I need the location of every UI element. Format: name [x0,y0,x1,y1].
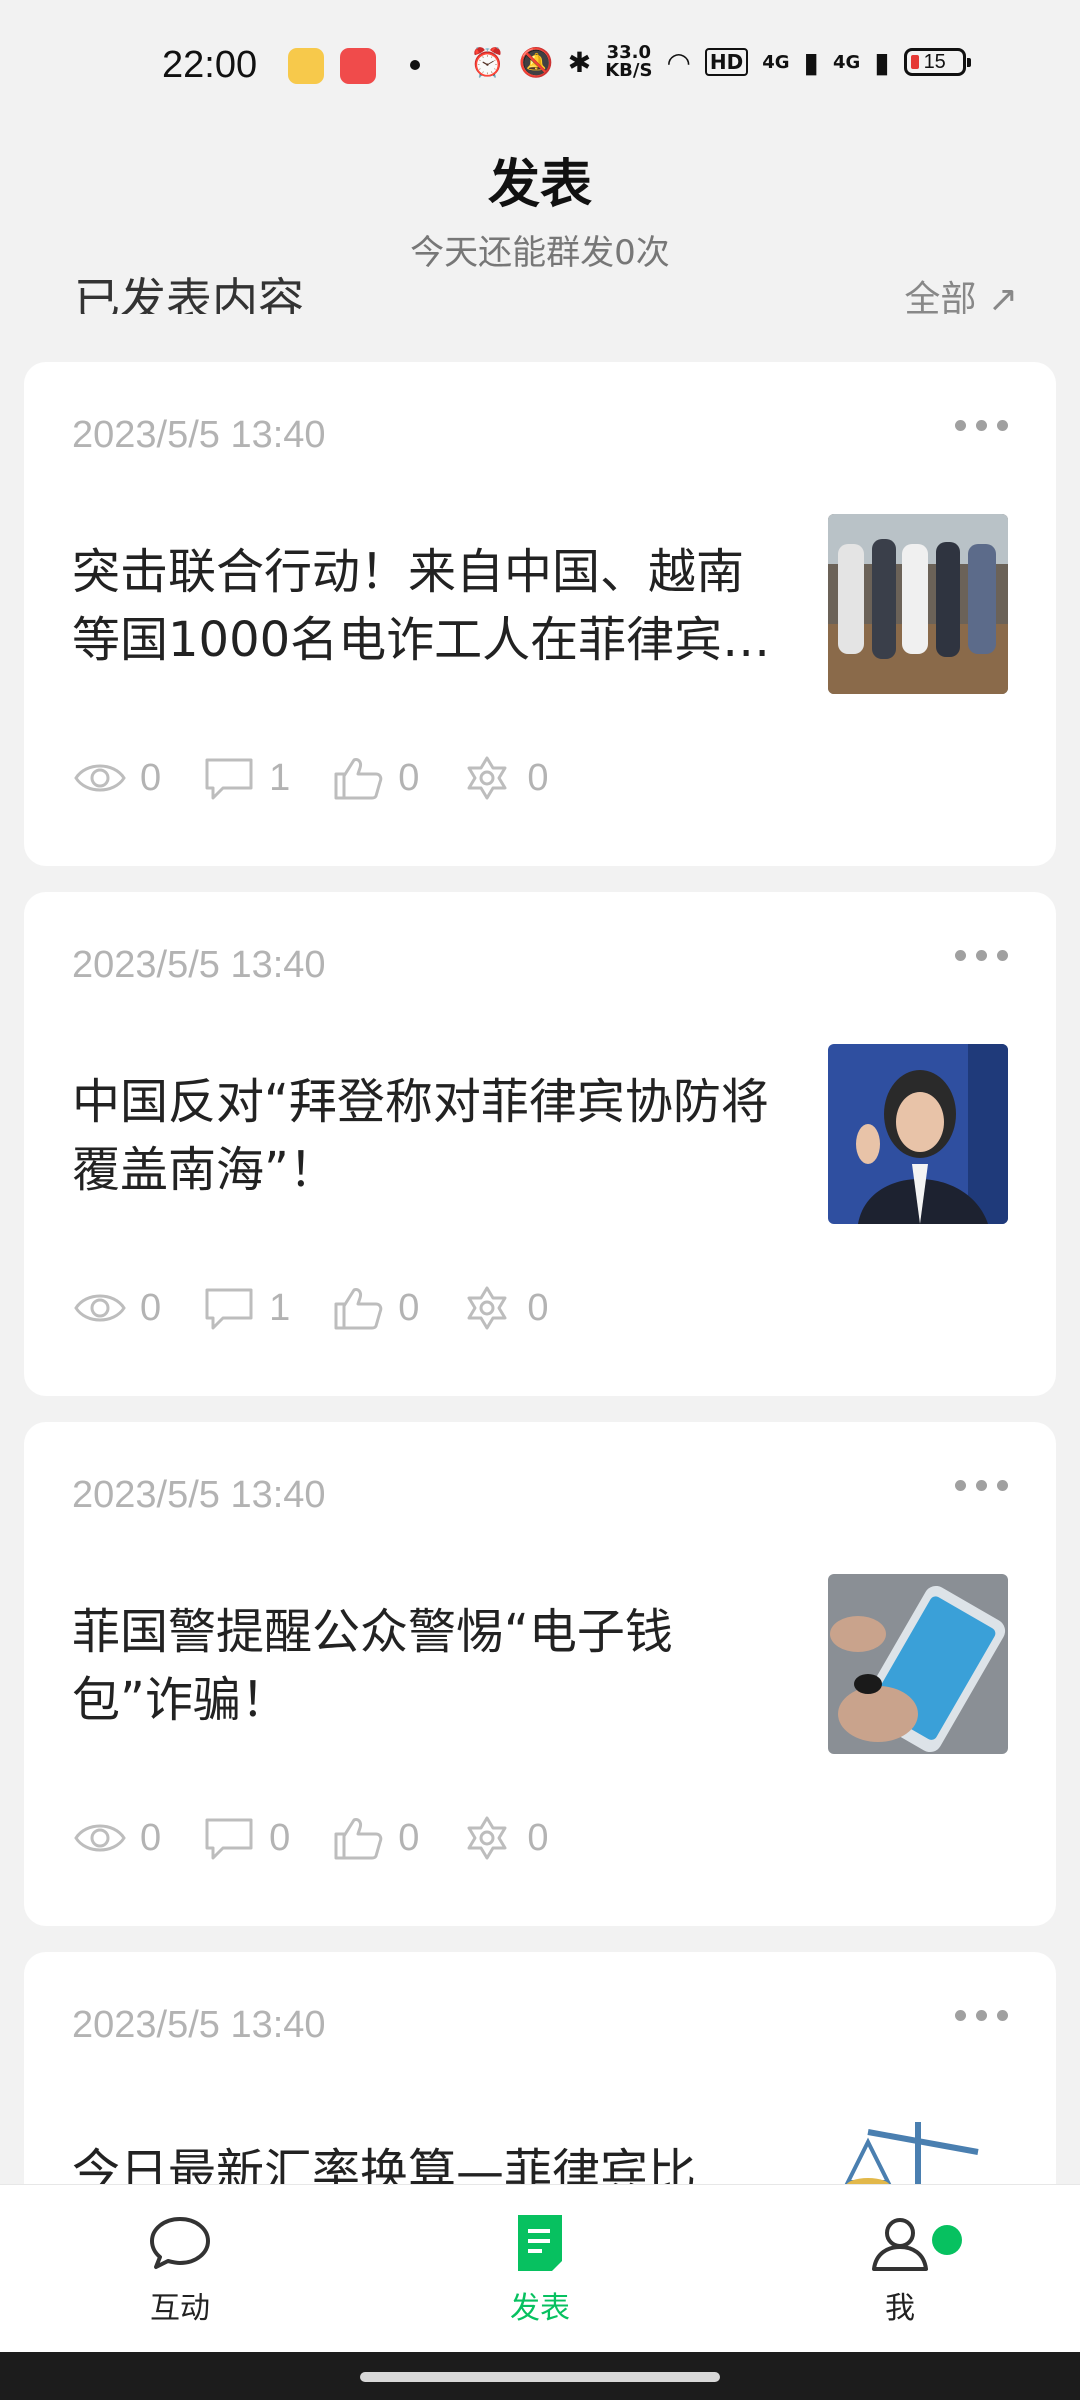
share-button[interactable]: 0 [459,1814,549,1862]
weibo-icon [288,48,324,84]
post-card[interactable]: 2023/5/5 13:40 中国反对“拜登称对菲律宾协防将覆盖南海”！ 0 1 [24,892,1056,1396]
music-icon [340,48,376,84]
tab-label: 我 [885,2291,915,2326]
thumbs-up-icon [334,758,383,800]
more-options-icon[interactable] [955,2010,1008,2021]
like-count: 0 [398,1816,420,1859]
tab-me[interactable]: 我 [800,2213,1000,2327]
person-icon [872,2218,928,2271]
home-indicator[interactable] [360,2372,720,2382]
net-speed: 33.0 KB/S [605,42,653,81]
notification-dot [410,60,420,70]
more-options-icon[interactable] [955,1480,1008,1491]
hd-icon: HD [704,48,749,76]
eye-icon [74,764,126,792]
post-title[interactable]: 中国反对“拜登称对菲律宾协防将覆盖南海”！ [72,1068,772,1204]
like-count: 0 [398,1286,420,1329]
view-count: 0 [140,1816,162,1859]
chat-bubble-icon [150,2217,210,2269]
post-title[interactable]: 菲国警提醒公众警惕“电子钱包”诈骗！ [72,1598,772,1734]
share-button[interactable]: 0 [459,1284,549,1332]
post-card[interactable]: 2023/5/5 13:40 菲国警提醒公众警惕“电子钱包”诈骗！ 0 0 0 … [24,1422,1056,1926]
comment-icon [205,758,253,800]
post-card[interactable]: 2023/5/5 13:40 今日最新汇率换算—菲律宾比 [24,1952,1056,2212]
signal-icon-2: ▮ [874,45,890,79]
post-stats: 0 1 0 0 [72,1284,589,1332]
share-count: 0 [527,1286,549,1329]
battery-level: 15 [923,50,946,73]
eye-icon [74,1824,126,1852]
comment-icon [205,1818,253,1860]
thumbs-up-icon [334,1288,383,1330]
gesture-bar [0,2352,1080,2400]
share-button[interactable]: 0 [459,754,549,802]
status-time: 22:00 [162,44,258,86]
network-label-2: 4G [832,51,861,73]
like-button[interactable]: 0 [330,754,419,802]
mute-icon: 🔕 [518,45,554,79]
bluetooth-icon: ✱ [567,45,592,79]
tab-interact[interactable]: 互动 [80,2213,280,2327]
document-icon [518,2215,562,2271]
post-thumbnail[interactable] [828,514,1008,694]
post-thumbnail[interactable] [828,1574,1008,1754]
post-date: 2023/5/5 13:40 [72,414,326,456]
post-stats: 0 0 0 0 [72,1814,589,1862]
section-title: 已发表内容 [74,273,304,314]
comment-icon [205,1288,253,1330]
page-title: 发表 [487,155,592,215]
share-star-icon [467,756,507,800]
status-bar: 22:00 ⏰ 🔕 ✱ 33.0 KB/S ◠ HD 4G ▮ 4G ▮ 15 [0,0,1080,130]
like-count: 0 [398,756,420,799]
comment-button[interactable]: 1 [201,754,290,802]
signal-icon: ▮ [803,45,819,79]
more-options-icon[interactable] [955,420,1008,431]
comment-count: 1 [269,756,291,799]
wifi-icon: ◠ [666,45,691,79]
notification-badge [932,2225,962,2255]
share-count: 0 [527,756,549,799]
like-button[interactable]: 0 [330,1814,419,1862]
post-date: 2023/5/5 13:40 [72,944,326,986]
battery-icon: 15 [903,48,971,76]
more-options-icon[interactable] [955,950,1008,961]
bottom-navigation: 互动 发表 我 [0,2184,1080,2353]
like-button[interactable]: 0 [330,1284,419,1332]
post-thumbnail[interactable] [828,1044,1008,1224]
comment-count: 1 [269,1286,291,1329]
tab-publish[interactable]: 发表 [440,2213,640,2327]
section-heading: 已发表内容 全部 ↗ [0,250,1080,314]
post-date: 2023/5/5 13:40 [72,1474,326,1516]
posts-list: 2023/5/5 13:40 突击联合行动！来自中国、越南等国1000名电诈工人… [24,362,1056,2238]
comment-button[interactable]: 1 [201,1284,290,1332]
eye-icon [74,1294,126,1322]
alarm-icon: ⏰ [470,45,505,79]
comment-count: 0 [269,1816,291,1859]
share-star-icon [467,1286,507,1330]
view-count: 0 [140,1286,162,1329]
tab-label: 发表 [510,2291,570,2326]
post-title[interactable]: 突击联合行动！来自中国、越南等国1000名电诈工人在菲律宾被捕 [72,538,772,674]
network-label: 4G [762,51,790,73]
post-stats: 0 1 0 0 [72,754,589,802]
view-all-link[interactable]: 全部 ↗ [904,270,1018,314]
tab-label: 互动 [150,2291,210,2326]
view-count: 0 [140,756,162,799]
post-card[interactable]: 2023/5/5 13:40 突击联合行动！来自中国、越南等国1000名电诈工人… [24,362,1056,866]
post-date: 2023/5/5 13:40 [72,2004,326,2046]
thumbs-up-icon [334,1818,383,1860]
comment-button[interactable]: 0 [201,1814,290,1862]
share-count: 0 [527,1816,549,1859]
share-star-icon [467,1816,507,1860]
